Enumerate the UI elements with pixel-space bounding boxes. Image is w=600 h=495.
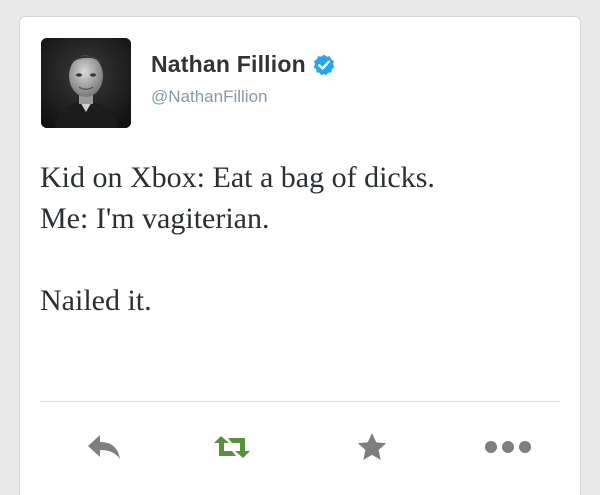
tweet-line: Kid on Xbox: Eat a bag of dicks. — [40, 161, 435, 194]
reply-arrow-icon — [88, 435, 120, 459]
tweet-card: Nathan Fillion @NathanFillion Kid on Xbo… — [19, 16, 581, 495]
author-row: Nathan Fillion — [151, 51, 336, 78]
tweet-line: Me: I'm vagiterian. — [40, 202, 270, 235]
divider — [40, 401, 560, 402]
author-display-name[interactable]: Nathan Fillion — [151, 51, 306, 78]
avatar-photo-icon — [41, 38, 131, 128]
tweet-text: Kid on Xbox: Eat a bag of dicks. Me: I'm… — [40, 157, 560, 321]
tweet-line: Nailed it. — [40, 284, 152, 317]
favorite-button[interactable] — [347, 422, 397, 472]
tweet-actions-bar — [20, 422, 580, 472]
avatar[interactable] — [41, 38, 131, 128]
more-dots-icon — [485, 441, 531, 453]
verified-badge-icon — [313, 54, 335, 75]
author-handle[interactable]: @NathanFillion — [151, 87, 267, 107]
more-options-button[interactable] — [478, 422, 538, 472]
reply-button[interactable] — [79, 422, 129, 472]
star-icon — [357, 433, 387, 460]
retweet-icon — [214, 436, 250, 458]
retweet-button[interactable] — [207, 422, 257, 472]
